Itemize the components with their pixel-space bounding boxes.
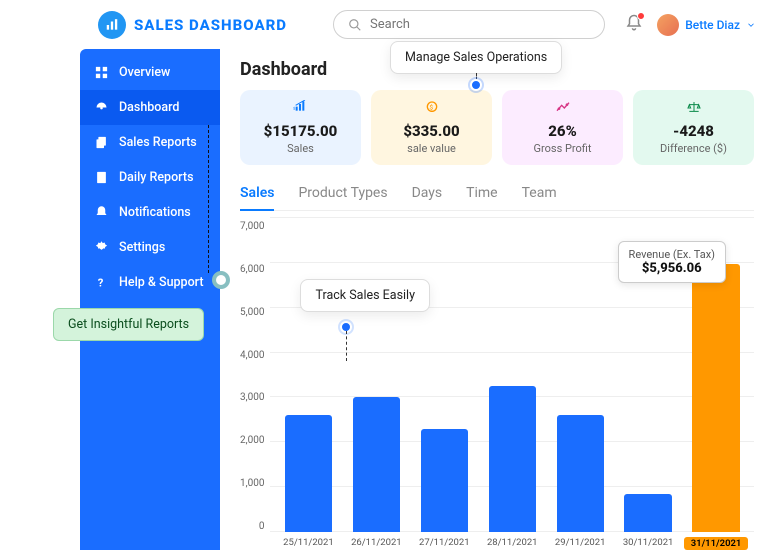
ytick: 5,000 [240,307,264,318]
chevron-down-icon [746,20,756,30]
sidebar-item-label: Daily Reports [119,170,194,185]
sidebar-item-label: Sales Reports [119,135,197,150]
kpi-label: Gross Profit [510,142,615,155]
sidebar-item-label: Notifications [119,205,191,220]
xtick: 28/11/2021 [480,537,544,550]
bell-icon [94,205,109,220]
tab-time[interactable]: Time [466,179,497,210]
kpi-label: Difference ($) [641,142,746,155]
avatar [657,14,679,36]
xtick: 29/11/2021 [548,537,612,550]
sidebar-item-label: Overview [119,65,170,80]
search-input-wrap[interactable] [333,10,605,39]
scale-icon [641,100,746,118]
sidebar-item-notifications[interactable]: Notifications [80,195,220,230]
callout-manage-operations: Manage Sales Operations [390,41,562,74]
svg-text:?: ? [98,276,104,289]
kpi-value: $15175.00 [248,122,353,140]
logo-icon [98,11,126,39]
sidebar-item-help[interactable]: ? Help & Support [80,265,220,300]
logo-text: SALES DASHBOARD [134,16,287,34]
ytick: 4,000 [240,350,264,361]
copy-icon [94,135,109,150]
question-icon: ? [94,275,109,290]
sidebar-item-label: Dashboard [119,100,179,115]
chart-yaxis: 7,000 6,000 5,000 4,000 3,000 2,000 1,000 0 [240,217,270,550]
chart-xaxis: 25/11/2021 26/11/2021 27/11/2021 28/11/2021… [270,537,754,550]
connector-line [346,331,347,361]
chart-bar[interactable] [353,397,400,532]
chart-up-icon: $ [248,100,353,118]
kpi-value: -4248 [641,122,746,140]
tab-team[interactable]: Team [522,179,557,210]
kpi-label: Sales [248,142,353,155]
chart-tooltip: Revenue (Ex. Tax) $5,956.06 [618,241,726,283]
callout-track-sales: Track Sales Easily [300,279,430,312]
xtick: 25/11/2021 [276,537,340,550]
kpi-value: $335.00 [379,122,484,140]
tooltip-title: Revenue (Ex. Tax) [629,248,715,261]
sidebar-item-settings[interactable]: Settings [80,230,220,265]
chart-bar[interactable] [692,264,739,532]
tab-days[interactable]: Days [412,179,443,210]
search-icon [348,18,362,32]
xtick: 31/11/2021 [684,537,748,550]
grid-icon [94,65,109,80]
sidebar-item-label: Help & Support [119,275,204,290]
tab-sales[interactable]: Sales [240,179,274,211]
ytick: 2,000 [240,435,264,446]
chart-bar[interactable] [421,429,468,533]
user-name: Bette Diaz [685,18,740,32]
xtick: 26/11/2021 [344,537,408,550]
ytick: 6,000 [240,264,264,275]
sidebar-item-overview[interactable]: Overview [80,55,220,90]
gear-icon [94,240,109,255]
sidebar-item-sales-reports[interactable]: Sales Reports [80,125,220,160]
notifications-button[interactable] [625,14,643,36]
sidebar-item-dashboard[interactable]: Dashboard [80,90,220,125]
document-icon [94,170,109,185]
chart-bar[interactable] [557,415,604,532]
kpi-card-sales: $ $15175.00 Sales [240,90,361,165]
svg-text:$: $ [429,103,433,111]
search-input[interactable] [370,17,590,32]
xtick: 30/11/2021 [616,537,680,550]
kpi-label: sale value [379,142,484,155]
sidebar: Overview Dashboard Sales Reports Daily R… [80,49,220,550]
notification-dot [637,12,645,20]
ytick: 0 [240,521,264,532]
kpi-card-difference: -4248 Difference ($) [633,90,754,165]
tooltip-value: $5,956.06 [629,261,715,276]
connector-line [208,125,209,273]
user-menu[interactable]: Bette Diaz [657,14,756,36]
trend-up-icon [510,100,615,118]
chart-tabs: Sales Product Types Days Time Team [240,179,754,211]
chart-bar[interactable] [624,494,671,532]
chart-bar[interactable] [285,415,332,532]
xtick: 27/11/2021 [412,537,476,550]
sales-chart: 7,000 6,000 5,000 4,000 3,000 2,000 1,000 0 25/… [240,217,754,550]
callout-insightful-reports: Get Insightful Reports [53,308,204,341]
kpi-card-sale-value: $ $335.00 sale value [371,90,492,165]
chart-bar[interactable] [489,386,536,532]
svg-text:$: $ [293,105,296,110]
ytick: 7,000 [240,221,264,232]
sidebar-item-daily-reports[interactable]: Daily Reports [80,160,220,195]
dollar-target-icon: $ [379,100,484,118]
tab-product-types[interactable]: Product Types [298,179,387,210]
sidebar-item-label: Settings [119,240,165,255]
logo: SALES DASHBOARD [98,11,287,39]
ytick: 3,000 [240,392,264,403]
kpi-card-gross-profit: 26% Gross Profit [502,90,623,165]
gauge-icon [94,100,109,115]
ytick: 1,000 [240,478,264,489]
kpi-value: 26% [510,122,615,140]
